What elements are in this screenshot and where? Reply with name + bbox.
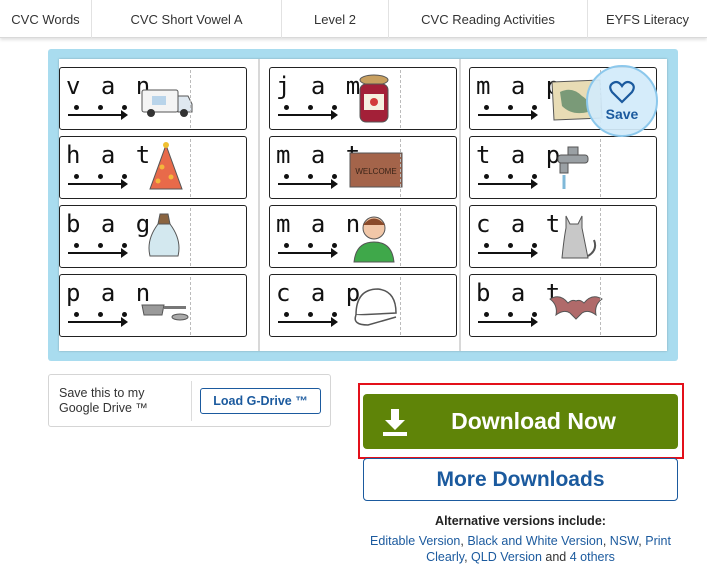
arrow (278, 110, 338, 120)
column-divider (258, 59, 260, 351)
bat-picture (549, 296, 603, 320)
man-picture (353, 216, 395, 263)
alt-link-qld[interactable]: QLD Version (471, 550, 542, 564)
van-picture (141, 89, 193, 117)
tag-cvc-words[interactable]: CVC Words (0, 0, 92, 38)
word-card-hat: h a t (59, 136, 247, 199)
word-card-cap: c a p (269, 274, 457, 337)
arrow (478, 317, 538, 327)
heart-icon (609, 80, 635, 104)
column-divider (459, 59, 461, 351)
alt-link-black-white[interactable]: Black and White Version (467, 534, 603, 548)
arrow (278, 248, 338, 258)
arrow (68, 248, 128, 258)
worksheet-page: v a n j a m m a p h a t m a t WELCOME t … (59, 59, 667, 351)
load-gdrive-button[interactable]: Load G-Drive ™ (200, 388, 321, 414)
alternative-versions-list: Editable Version, Black and White Versio… (370, 534, 671, 564)
pan-picture (141, 304, 189, 321)
tag-cvc-short-vowel-a[interactable]: CVC Short Vowel A (92, 0, 282, 38)
alt-link-others[interactable]: 4 others (570, 550, 615, 564)
alt-link-nsw[interactable]: NSW (610, 534, 638, 548)
party-hat-picture (149, 142, 183, 190)
tag-cvc-reading-activities[interactable]: CVC Reading Activities (389, 0, 588, 38)
alt-link-editable[interactable]: Editable Version (370, 534, 460, 548)
tag-level-2[interactable]: Level 2 (282, 0, 389, 38)
tag-eyfs-literacy[interactable]: EYFS Literacy (588, 0, 707, 38)
jam-jar-picture (359, 74, 389, 123)
arrow (68, 317, 128, 327)
word-card-bag: b a g (59, 205, 247, 268)
google-drive-text: Save this to my Google Drive ™ (59, 386, 148, 415)
save-label: Save (605, 106, 639, 122)
tap-picture (557, 146, 589, 189)
resource-preview[interactable]: v a n j a m m a p h a t m a t WELCOME t … (48, 49, 678, 361)
arrow (278, 179, 338, 189)
word-card-jam: j a m (269, 67, 457, 130)
arrow (478, 248, 538, 258)
save-favourite-button[interactable]: Save (586, 65, 658, 137)
cat-picture (561, 215, 597, 259)
word-card-bat: b a t (469, 274, 657, 337)
arrow (478, 179, 538, 189)
more-downloads-button[interactable]: More Downloads (363, 458, 678, 501)
divider (191, 381, 192, 421)
google-drive-panel: Save this to my Google Drive ™ Load G-Dr… (48, 374, 331, 427)
download-now-label: Download Now (451, 408, 616, 434)
arrow (478, 110, 538, 120)
word-card-van: v a n (59, 67, 247, 130)
arrow (278, 317, 338, 327)
word-card-man: m a n (269, 205, 457, 268)
bag-picture (148, 213, 180, 257)
arrow (68, 110, 128, 120)
download-now-button[interactable]: Download Now (363, 394, 678, 449)
and-text: and (545, 549, 567, 564)
word-card-mat: m a t WELCOME (269, 136, 457, 199)
welcome-mat-picture: WELCOME (349, 152, 403, 188)
alternative-versions-title: Alternative versions include: (435, 514, 606, 528)
word-card-cat: c a t (469, 205, 657, 268)
arrow (68, 179, 128, 189)
svg-text:WELCOME: WELCOME (355, 167, 396, 176)
word-card-pan: p a n (59, 274, 247, 337)
word-card-tap: t a p (469, 136, 657, 199)
tag-bar: CVC Words CVC Short Vowel A Level 2 CVC … (0, 0, 707, 38)
cap-picture (354, 288, 397, 326)
